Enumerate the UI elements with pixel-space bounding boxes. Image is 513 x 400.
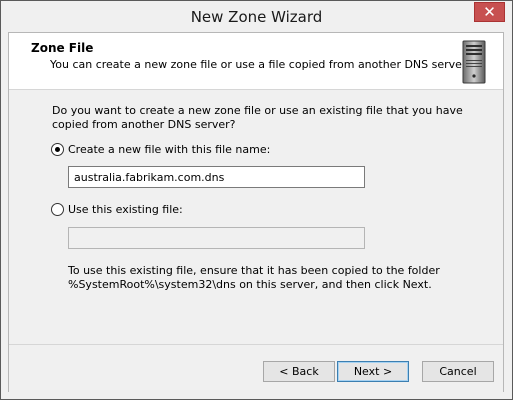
wizard-window: New Zone Wizard ✕ Zone File You can crea… (0, 0, 513, 400)
radio-use-existing[interactable]: Use this existing file: (51, 203, 183, 216)
close-button[interactable]: ✕ (474, 2, 505, 22)
radio-button-checked[interactable] (51, 143, 64, 156)
instruction-note: To use this existing file, ensure that i… (68, 264, 440, 291)
question-text: Do you want to create a new zone file or… (52, 104, 463, 131)
cancel-button[interactable]: Cancel (422, 361, 494, 382)
window-title: New Zone Wizard (190, 8, 323, 26)
back-button[interactable]: < Back (263, 361, 335, 382)
radio-use-existing-label: Use this existing file: (68, 203, 183, 216)
wizard-header: Zone File You can create a new zone file… (9, 33, 503, 90)
next-button[interactable]: Next > (337, 361, 409, 382)
wizard-footer: < Back Next > Cancel (9, 344, 503, 393)
radio-create-new[interactable]: Create a new file with this file name: (51, 143, 270, 156)
radio-button-unchecked[interactable] (51, 203, 64, 216)
new-file-name-input[interactable] (68, 166, 365, 188)
server-icon (462, 40, 486, 84)
title-bar[interactable]: New Zone Wizard ✕ (1, 1, 512, 32)
wizard-client: Zone File You can create a new zone file… (8, 32, 504, 393)
page-title: Zone File (31, 41, 94, 55)
radio-create-new-label: Create a new file with this file name: (68, 143, 271, 156)
close-icon: ✕ (483, 3, 496, 21)
wizard-body: Do you want to create a new zone file or… (9, 90, 503, 343)
existing-file-input[interactable] (68, 227, 365, 249)
page-subtitle: You can create a new zone file or use a … (50, 58, 469, 71)
